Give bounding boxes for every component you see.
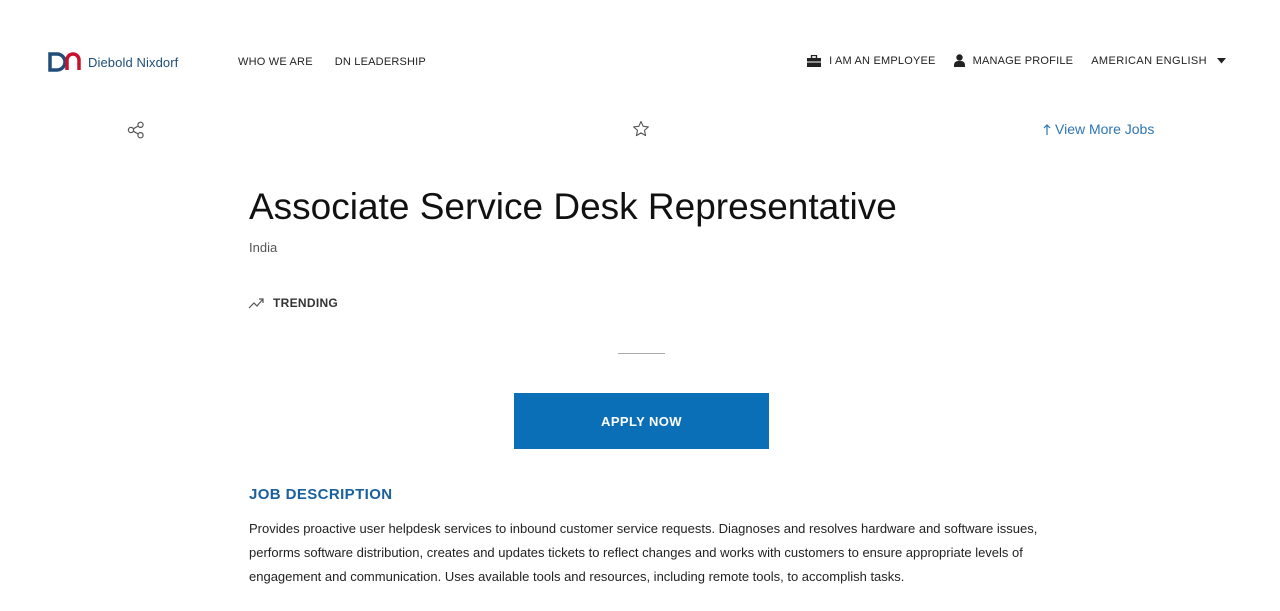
logo[interactable]: Diebold Nixdorf [48,52,178,72]
briefcase-icon [807,54,822,67]
manage-profile-label: MANAGE PROFILE [972,54,1074,67]
trending-label: TRENDING [273,296,339,310]
apply-now-button[interactable]: APPLY NOW [514,393,769,449]
site-header: Diebold Nixdorf WHO WE ARE DN LEADERSHIP… [0,0,1280,125]
main-nav: WHO WE ARE DN LEADERSHIP [238,56,426,68]
arrow-up-icon [1043,123,1051,135]
star-icon[interactable] [632,120,650,138]
manage-profile-link[interactable]: MANAGE PROFILE [953,54,1074,67]
dn-logo-icon [48,52,81,72]
view-more-label: View More Jobs [1055,121,1155,137]
view-more-jobs-link[interactable]: View More Jobs [1043,121,1154,137]
logo-text: Diebold Nixdorf [88,54,179,70]
job-description-body: Provides proactive user helpdesk service… [249,521,1038,584]
job-title: Associate Service Desk Representative [249,186,897,227]
share-icon[interactable] [127,121,145,139]
language-label: AMERICAN ENGLISH [1091,54,1207,67]
trending-badge: TRENDING [248,296,338,310]
caret-down-icon [1217,57,1226,63]
divider [618,353,665,354]
nav-dn-leadership[interactable]: DN LEADERSHIP [335,56,426,68]
job-location: India [249,240,278,255]
language-select[interactable]: AMERICAN ENGLISH [1091,55,1226,67]
employee-link[interactable]: I AM AN EMPLOYEE [807,54,936,67]
utility-nav: I AM AN EMPLOYEE MANAGE PROFILE AMERICAN… [807,54,1226,67]
trending-icon [248,298,264,309]
nav-who-we-are[interactable]: WHO WE ARE [238,56,313,68]
job-description-heading: JOB DESCRIPTION [249,486,393,503]
person-icon [953,54,965,67]
employee-label: I AM AN EMPLOYEE [829,54,936,67]
